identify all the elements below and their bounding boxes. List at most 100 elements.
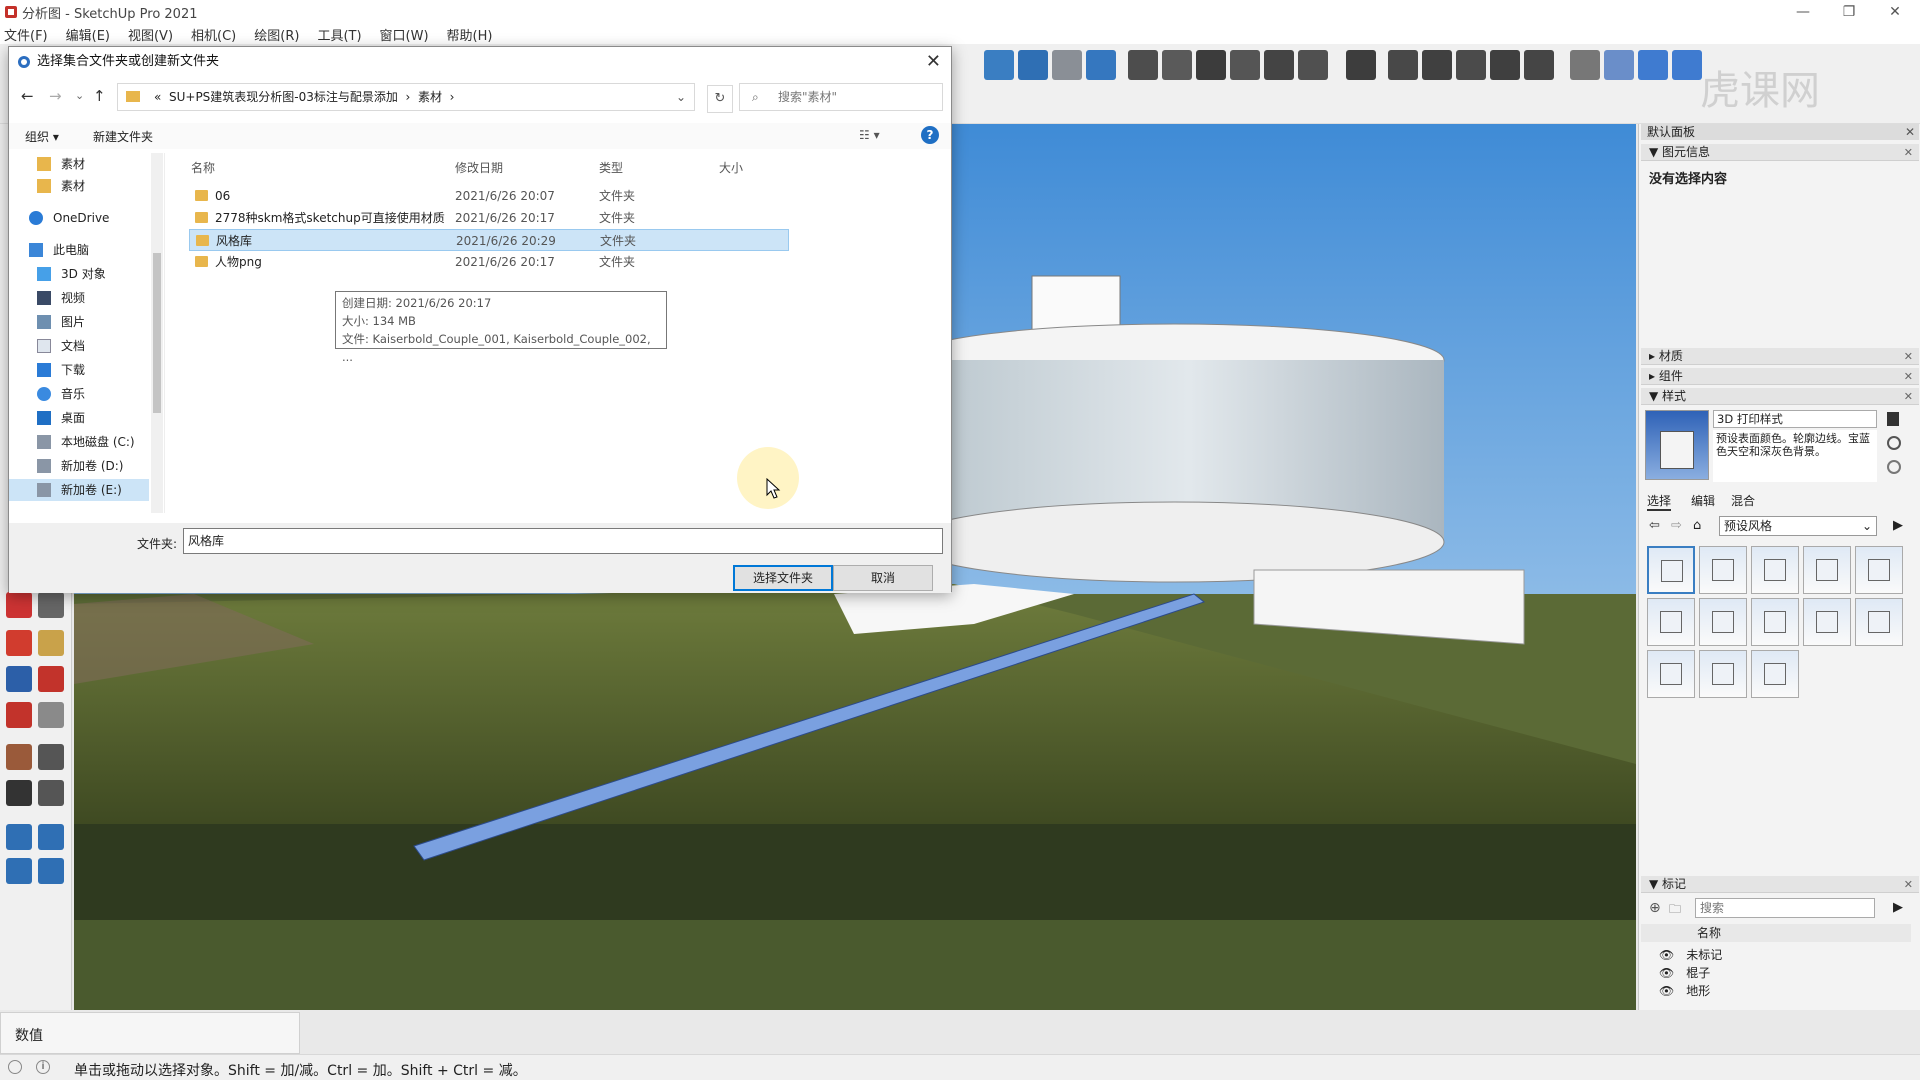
materials-close-icon[interactable]: ✕ xyxy=(1904,348,1913,365)
style-thumb[interactable] xyxy=(1647,546,1695,594)
create-style-icon[interactable] xyxy=(1887,412,1899,426)
menu-tools[interactable]: 工具(T) xyxy=(317,25,361,44)
nav-item-this-pc[interactable]: 此电脑 xyxy=(9,239,149,261)
breadcrumb-overflow[interactable]: « xyxy=(154,90,161,104)
menu-camera[interactable]: 相机(C) xyxy=(191,25,236,44)
sandbox-scratch-icon[interactable] xyxy=(38,824,64,850)
previous-view-icon[interactable] xyxy=(38,702,64,728)
style-thumb[interactable] xyxy=(1699,598,1747,646)
cancel-button[interactable]: 取消 xyxy=(833,565,933,591)
recent-dropdown-icon[interactable]: ⌄ xyxy=(75,89,84,102)
sandbox-stamp-icon[interactable] xyxy=(1052,50,1082,80)
add-tag-icon[interactable]: ⊕ xyxy=(1649,900,1661,916)
sandbox-drape-icon[interactable] xyxy=(1086,50,1116,80)
style-tab-select[interactable]: 选择 xyxy=(1647,492,1672,511)
menu-help[interactable]: 帮助(H) xyxy=(447,25,493,44)
wireframe-style-icon[interactable] xyxy=(1388,50,1418,80)
components-section[interactable]: ▸ 组件 ✕ xyxy=(1641,368,1919,385)
position-camera-icon[interactable] xyxy=(6,744,32,770)
organize-button[interactable]: 组织 ▾ xyxy=(25,128,59,145)
menu-draw[interactable]: 绘图(R) xyxy=(254,25,299,44)
tag-item[interactable]: 👁 未标记 xyxy=(1659,946,1722,963)
nav-item-downloads[interactable]: 下载 xyxy=(9,359,149,381)
nav-scrollbar[interactable] xyxy=(151,153,163,513)
info-icon[interactable]: i xyxy=(36,1060,50,1074)
section-plane-icon[interactable] xyxy=(1570,50,1600,80)
back-icon[interactable]: ← xyxy=(21,87,34,105)
style-thumb[interactable] xyxy=(1803,546,1851,594)
eye-icon[interactable]: 👁 xyxy=(1659,966,1674,980)
address-bar[interactable]: « SU+PS建筑表现分析图-03标注与配景添加 › 素材 › ⌄ xyxy=(117,83,695,111)
top-view-icon[interactable] xyxy=(1162,50,1192,80)
menu-file[interactable]: 文件(F) xyxy=(4,25,48,44)
home-icon[interactable]: ⌂ xyxy=(1693,518,1701,533)
display-section-cut-icon[interactable] xyxy=(1638,50,1668,80)
column-date[interactable]: 修改日期 xyxy=(455,159,503,176)
style-thumb[interactable] xyxy=(1647,650,1695,698)
refresh-icon[interactable]: ↻ xyxy=(707,85,733,113)
column-type[interactable]: 类型 xyxy=(599,159,623,176)
file-row[interactable]: 人物png 2021/6/26 20:17 文件夹 xyxy=(189,251,789,273)
nav-item-onedrive[interactable]: OneDrive xyxy=(9,207,149,229)
minimize-button[interactable]: — xyxy=(1780,0,1826,24)
update-style-icon[interactable] xyxy=(1887,436,1901,450)
styles-section[interactable]: ▼ 样式 ✕ xyxy=(1641,388,1919,405)
tags-details-icon[interactable]: ▶ xyxy=(1893,900,1903,915)
zoom-tool-icon[interactable] xyxy=(6,666,32,692)
materials-section[interactable]: ▸ 材质 ✕ xyxy=(1641,348,1919,365)
tray-close-icon[interactable]: ✕ xyxy=(1905,124,1915,140)
style-thumb[interactable] xyxy=(1855,598,1903,646)
style-name-field[interactable]: 3D 打印样式 xyxy=(1713,410,1877,428)
nav-item-documents[interactable]: 文档 xyxy=(9,335,149,357)
styles-close-icon[interactable]: ✕ xyxy=(1904,388,1913,405)
tags-column-header[interactable]: 名称 xyxy=(1641,924,1911,942)
style-thumb[interactable] xyxy=(1751,598,1799,646)
nav-item-desktop[interactable]: 桌面 xyxy=(9,407,149,429)
nav-item-drive-d[interactable]: 新加卷 (D:) xyxy=(9,455,149,477)
style-thumb[interactable] xyxy=(1751,650,1799,698)
tags-close-icon[interactable]: ✕ xyxy=(1904,876,1913,893)
nav-item-folder[interactable]: 素材 xyxy=(9,175,149,197)
sandbox-smoove-icon[interactable] xyxy=(1018,50,1048,80)
tag-item[interactable]: 👁 棍子 xyxy=(1659,964,1710,981)
hidden-line-style-icon[interactable] xyxy=(1422,50,1452,80)
view-options-icon[interactable]: ☷ ▾ xyxy=(859,128,880,142)
nav-item-folder[interactable]: 素材 xyxy=(9,153,149,175)
zoom-window-icon[interactable] xyxy=(38,666,64,692)
sandbox-contours-icon[interactable] xyxy=(6,824,32,850)
address-dropdown-icon[interactable]: ⌄ xyxy=(676,84,686,110)
new-folder-button[interactable]: 新建文件夹 xyxy=(93,128,153,145)
close-window-button[interactable]: ✕ xyxy=(1872,0,1918,24)
nav-item-music[interactable]: 音乐 xyxy=(9,383,149,405)
orbit-tool-icon[interactable] xyxy=(6,630,32,656)
nav-item-drive-c[interactable]: 本地磁盘 (C:) xyxy=(9,431,149,453)
entity-info-section[interactable]: ▼ 图元信息 ✕ xyxy=(1641,144,1919,161)
display-section-fill-icon[interactable] xyxy=(1672,50,1702,80)
back-arrow-icon[interactable]: ⇦ xyxy=(1649,518,1660,533)
measurements-box[interactable]: 数值 xyxy=(0,1012,300,1054)
style-thumb[interactable] xyxy=(1647,598,1695,646)
style-tab-mix[interactable]: 混合 xyxy=(1731,492,1755,509)
zoom-extents-icon[interactable] xyxy=(6,702,32,728)
menu-edit[interactable]: 编辑(E) xyxy=(66,25,110,44)
eye-icon[interactable]: 👁 xyxy=(1659,984,1674,998)
forward-icon[interactable]: → xyxy=(49,87,62,105)
help-icon[interactable]: ? xyxy=(921,126,939,144)
right-view-icon[interactable] xyxy=(1230,50,1260,80)
section-tool-icon[interactable] xyxy=(38,780,64,806)
back-view-icon[interactable] xyxy=(1264,50,1294,80)
breadcrumb-parent[interactable]: SU+PS建筑表现分析图-03标注与配景添加 xyxy=(169,90,398,104)
xray-style-icon[interactable] xyxy=(1346,50,1376,80)
walk-tool-icon[interactable] xyxy=(6,780,32,806)
up-icon[interactable]: ↑ xyxy=(93,87,106,105)
nav-item-pictures[interactable]: 图片 xyxy=(9,311,149,333)
tags-section[interactable]: ▼ 标记 ✕ xyxy=(1641,876,1919,893)
style-thumb[interactable] xyxy=(1803,598,1851,646)
column-size[interactable]: 大小 xyxy=(719,159,743,176)
style-tab-edit[interactable]: 编辑 xyxy=(1691,492,1715,509)
nav-item-drive-e[interactable]: 新加卷 (E:) xyxy=(9,479,149,501)
restore-button[interactable]: ❐ xyxy=(1826,0,1872,24)
forward-arrow-icon[interactable]: ⇨ xyxy=(1671,518,1682,533)
shaded-style-icon[interactable] xyxy=(1456,50,1486,80)
details-arrow-icon[interactable]: ▶ xyxy=(1893,518,1903,533)
